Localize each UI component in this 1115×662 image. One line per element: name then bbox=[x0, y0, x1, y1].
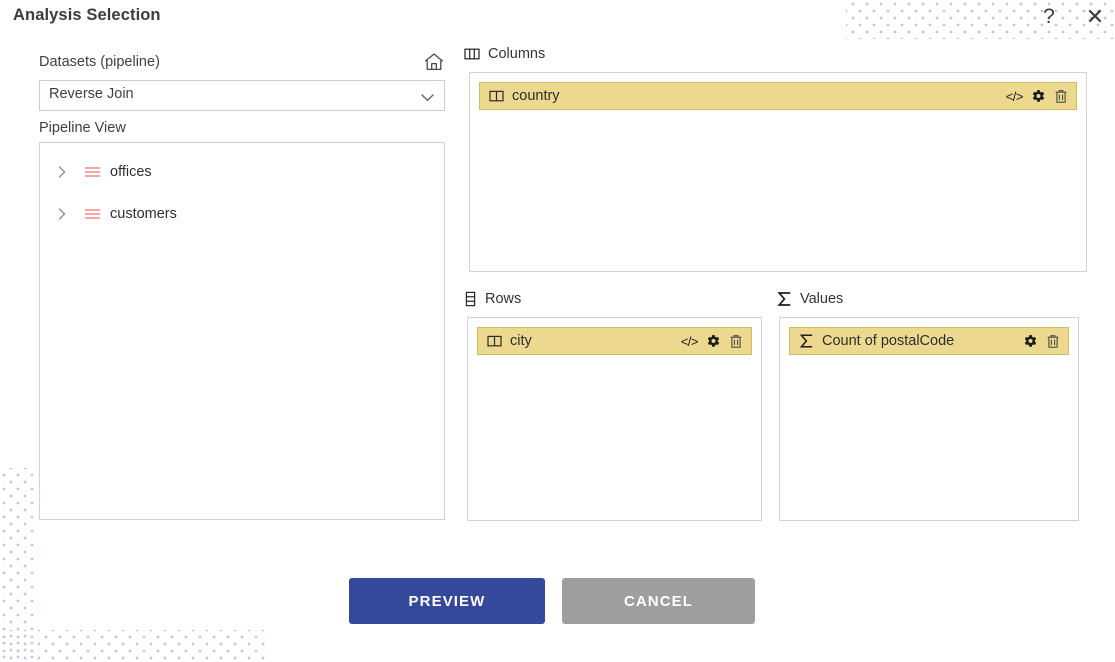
table-lines-icon bbox=[84, 207, 101, 221]
gear-icon[interactable] bbox=[1031, 89, 1046, 104]
values-zone-label: Values bbox=[777, 291, 843, 307]
chevron-down-icon bbox=[419, 89, 436, 106]
gear-icon[interactable] bbox=[706, 334, 721, 349]
dot-pattern-top-right bbox=[846, 0, 1115, 39]
rows-zone-label: Rows bbox=[464, 291, 521, 307]
chip-label: city bbox=[510, 333, 532, 349]
column-field-icon bbox=[487, 334, 502, 348]
rows-drop-panel[interactable]: city </> bbox=[467, 317, 762, 521]
tree-item-customers[interactable]: customers bbox=[40, 201, 444, 227]
gear-icon[interactable] bbox=[1023, 334, 1038, 349]
chip-label: Count of postalCode bbox=[822, 333, 955, 349]
chevron-right-icon[interactable] bbox=[54, 164, 70, 180]
column-field-icon bbox=[489, 89, 504, 103]
datasets-pane: Datasets (pipeline) Reverse Join Pipelin… bbox=[0, 0, 455, 662]
sigma-icon bbox=[777, 291, 792, 307]
question-mark-icon: ? bbox=[1043, 5, 1055, 28]
home-icon[interactable] bbox=[422, 50, 446, 74]
columns-drop-panel[interactable]: country </> bbox=[469, 72, 1087, 272]
help-button[interactable]: ? bbox=[1034, 0, 1064, 34]
sigma-icon bbox=[799, 333, 814, 349]
values-drop-panel[interactable]: Count of postalCode bbox=[779, 317, 1079, 521]
trash-icon[interactable] bbox=[729, 334, 743, 349]
values-zone-label-text: Values bbox=[800, 291, 844, 307]
chevron-right-icon[interactable] bbox=[54, 206, 70, 222]
columns-zone-label: Columns bbox=[464, 46, 545, 62]
rows-zone-label-text: Rows bbox=[485, 291, 522, 307]
datasets-label: Datasets (pipeline) bbox=[39, 54, 160, 70]
tree-item-offices[interactable]: offices bbox=[40, 159, 444, 185]
code-icon[interactable]: </> bbox=[1006, 90, 1024, 103]
pipeline-tree-panel: offices customers bbox=[39, 142, 445, 520]
table-lines-icon bbox=[84, 165, 101, 179]
tree-item-label: offices bbox=[110, 164, 152, 180]
cancel-button[interactable]: CANCEL bbox=[562, 578, 755, 624]
chip-country[interactable]: country </> bbox=[479, 82, 1077, 110]
trash-icon[interactable] bbox=[1046, 334, 1060, 349]
analysis-selection-dialog: Analysis Selection ? ✕ Datasets (pipelin… bbox=[0, 0, 1115, 662]
dataset-select-value: Reverse Join bbox=[49, 86, 134, 102]
close-icon: ✕ bbox=[1085, 4, 1105, 29]
trash-icon[interactable] bbox=[1054, 89, 1068, 104]
columns-icon bbox=[464, 47, 480, 61]
columns-zone-label-text: Columns bbox=[488, 46, 546, 62]
tree-item-label: customers bbox=[110, 206, 177, 222]
preview-button[interactable]: PREVIEW bbox=[349, 578, 545, 624]
pipeline-view-label: Pipeline View bbox=[39, 120, 126, 136]
rows-icon bbox=[464, 291, 477, 307]
dataset-select[interactable]: Reverse Join bbox=[39, 80, 445, 111]
close-button[interactable]: ✕ bbox=[1080, 0, 1110, 34]
chip-actions: </> bbox=[681, 334, 743, 349]
chip-actions: </> bbox=[1006, 89, 1068, 104]
chip-label: country bbox=[512, 88, 560, 104]
chip-city[interactable]: city </> bbox=[477, 327, 752, 355]
chip-actions bbox=[1023, 334, 1060, 349]
chip-count-of-postalcode[interactable]: Count of postalCode bbox=[789, 327, 1069, 355]
code-icon[interactable]: </> bbox=[681, 335, 699, 348]
